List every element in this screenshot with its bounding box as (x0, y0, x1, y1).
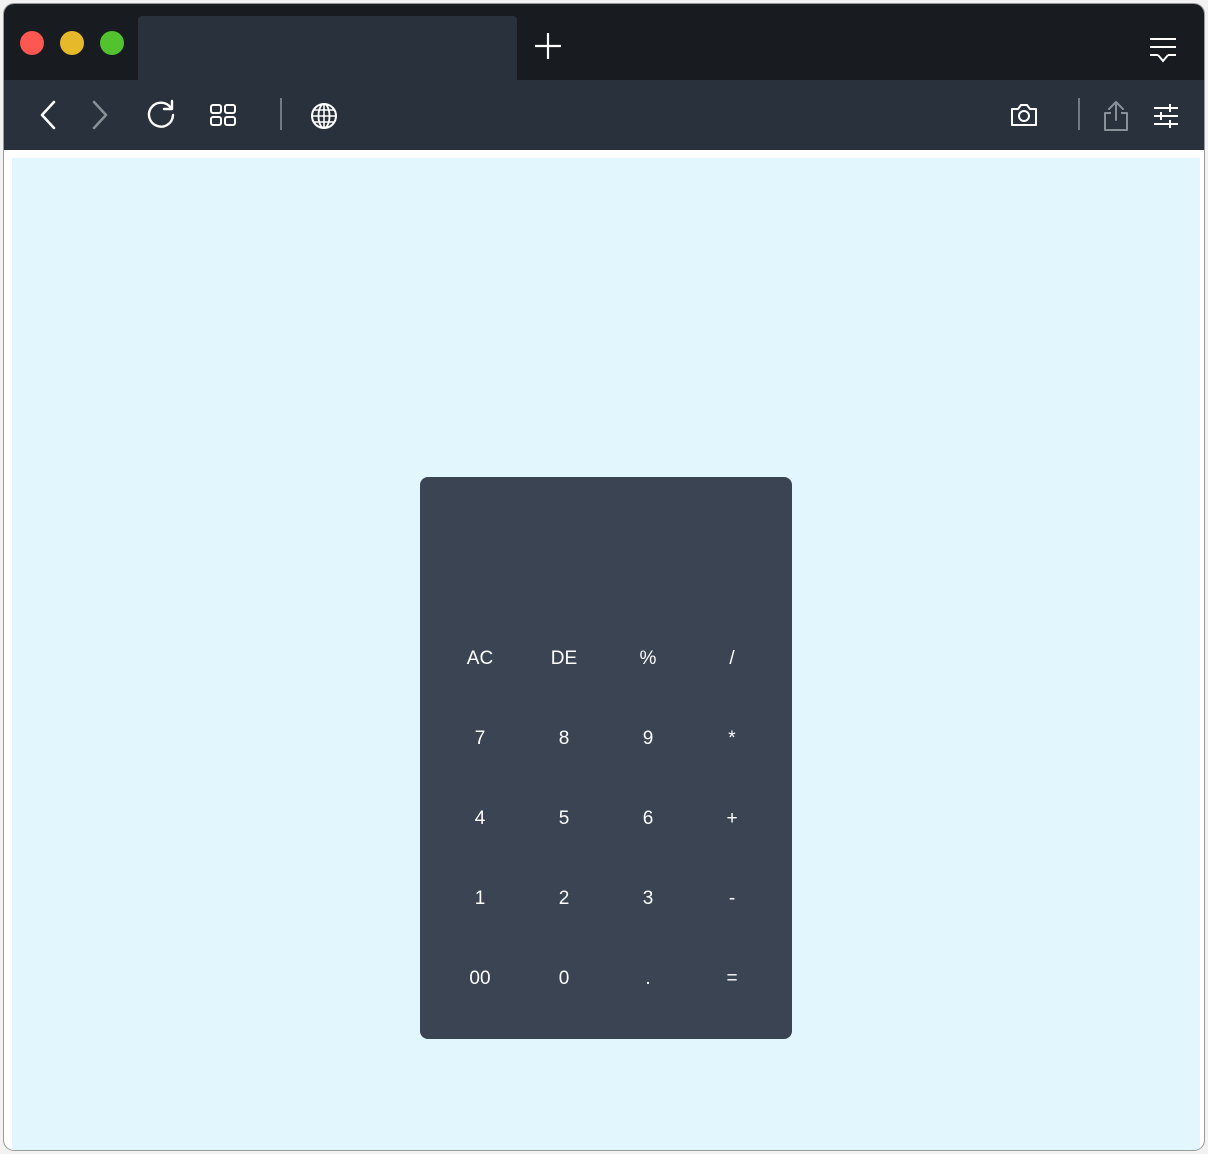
title-bar (4, 4, 1204, 80)
active-tab[interactable] (138, 16, 517, 80)
calculator-key[interactable]: 2 (522, 859, 606, 939)
calculator-key[interactable]: 0 (522, 939, 606, 1019)
calculator-key[interactable]: % (606, 619, 690, 699)
calculator-key[interactable]: 1 (438, 859, 522, 939)
calculator-key[interactable]: 7 (438, 699, 522, 779)
calculator-key[interactable]: AC (438, 619, 522, 699)
chevron-left-icon[interactable] (34, 98, 62, 137)
calculator-key[interactable]: - (690, 859, 774, 939)
calculator-key[interactable]: / (690, 619, 774, 699)
plus-icon[interactable] (532, 30, 564, 62)
share-icon[interactable] (1100, 98, 1132, 139)
maximize-window-button[interactable] (100, 31, 124, 55)
page-viewport: AC DE%/ 7 8 9 * 4 5 6 +1 2 3- 00 0. = (12, 158, 1200, 1150)
browser-window: AC DE%/ 7 8 9 * 4 5 6 +1 2 3- 00 0. = (4, 4, 1204, 1150)
calculator-display (436, 493, 776, 593)
calculator-key[interactable]: 9 (606, 699, 690, 779)
calculator-key[interactable]: = (690, 939, 774, 1019)
calculator-key[interactable]: DE (522, 619, 606, 699)
calculator-key[interactable]: 5 (522, 779, 606, 859)
toolbar-divider (280, 98, 282, 130)
calculator-key[interactable]: 8 (522, 699, 606, 779)
sliders-icon[interactable] (1150, 100, 1182, 137)
globe-icon[interactable] (308, 100, 340, 137)
minimize-window-button[interactable] (60, 31, 84, 55)
tab-list-icon[interactable] (1147, 35, 1179, 63)
calculator-key[interactable]: 6 (606, 779, 690, 859)
close-window-button[interactable] (20, 31, 44, 55)
calculator-key[interactable]: 4 (438, 779, 522, 859)
calculator: AC DE%/ 7 8 9 * 4 5 6 +1 2 3- 00 0. = (420, 477, 792, 1039)
calculator-key[interactable]: * (690, 699, 774, 779)
grid-icon[interactable] (208, 102, 240, 135)
toolbar (4, 80, 1204, 150)
calculator-key[interactable]: 00 (438, 939, 522, 1019)
camera-icon[interactable] (1008, 100, 1040, 135)
toolbar-divider (1078, 98, 1080, 130)
calculator-key[interactable]: 3 (606, 859, 690, 939)
calculator-key[interactable]: + (690, 779, 774, 859)
chevron-right-icon[interactable] (86, 98, 114, 137)
calculator-key[interactable]: . (606, 939, 690, 1019)
reload-icon[interactable] (144, 98, 178, 137)
